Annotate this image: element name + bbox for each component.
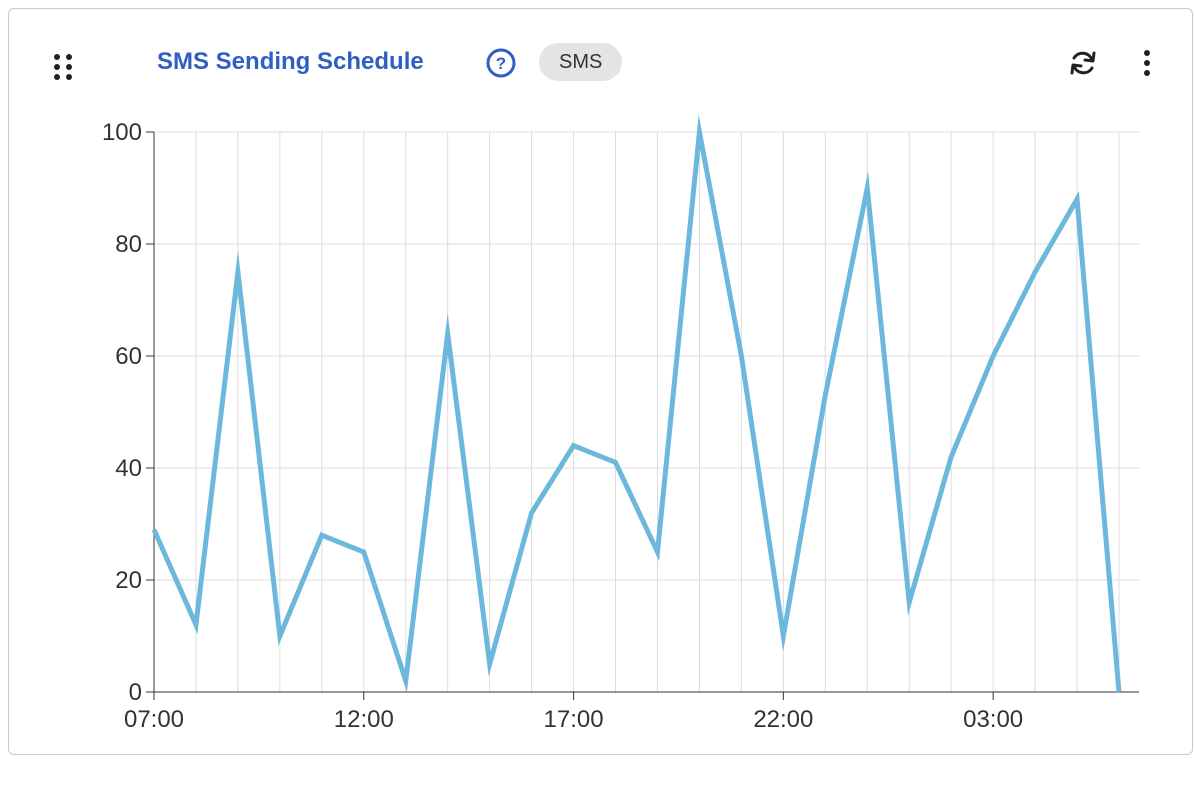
data-point: [741, 356, 742, 357]
data-point: [279, 636, 280, 637]
x-tick-label: 07:00: [124, 706, 184, 733]
grid: [153, 131, 1139, 693]
tick-labels: 0 20 40 60 80 100 07:00 12:00 17:00 22:00 03:00: [102, 119, 1023, 733]
data-point: [657, 552, 658, 553]
data-point: [321, 535, 322, 536]
data-point: [1119, 692, 1120, 693]
data-point: [195, 624, 196, 625]
data-point: [489, 664, 490, 665]
y-tick-label: 0: [129, 679, 142, 706]
data-point: [154, 529, 155, 530]
data-point: [909, 602, 910, 603]
data-point: [1077, 199, 1078, 200]
y-tick-label: 100: [102, 119, 142, 146]
data-point: [783, 636, 784, 637]
x-tick-label: 17:00: [544, 706, 604, 733]
data-point: [699, 132, 700, 133]
axes: [146, 131, 1139, 700]
data-point: [447, 333, 448, 334]
x-tick-label: 22:00: [753, 706, 813, 733]
series-line: [151, 114, 1122, 693]
data-point: [825, 395, 826, 396]
y-tick-label: 80: [115, 231, 142, 258]
data-point: [405, 680, 406, 681]
data-point: [573, 445, 574, 446]
data-point: [531, 512, 532, 513]
data-point: [993, 356, 994, 357]
x-tick-label: 03:00: [963, 706, 1023, 733]
series: [151, 114, 1122, 693]
data-point: [867, 188, 868, 189]
y-tick-label: 40: [115, 455, 142, 482]
data-point: [363, 552, 364, 553]
data-point: [237, 272, 238, 273]
data-point: [615, 462, 616, 463]
line-chart: 0 20 40 60 80 100 07:00 12:00 17:00 22:00 03:00: [102, 114, 1139, 733]
chart-card: SMS Sending Schedule ? SMS 0 20 40 60 80…: [8, 8, 1193, 755]
data-point: [951, 456, 952, 457]
x-tick-label: 12:00: [334, 706, 394, 733]
y-tick-label: 20: [115, 567, 142, 594]
y-tick-label: 60: [115, 343, 142, 370]
data-point: [1035, 272, 1036, 273]
